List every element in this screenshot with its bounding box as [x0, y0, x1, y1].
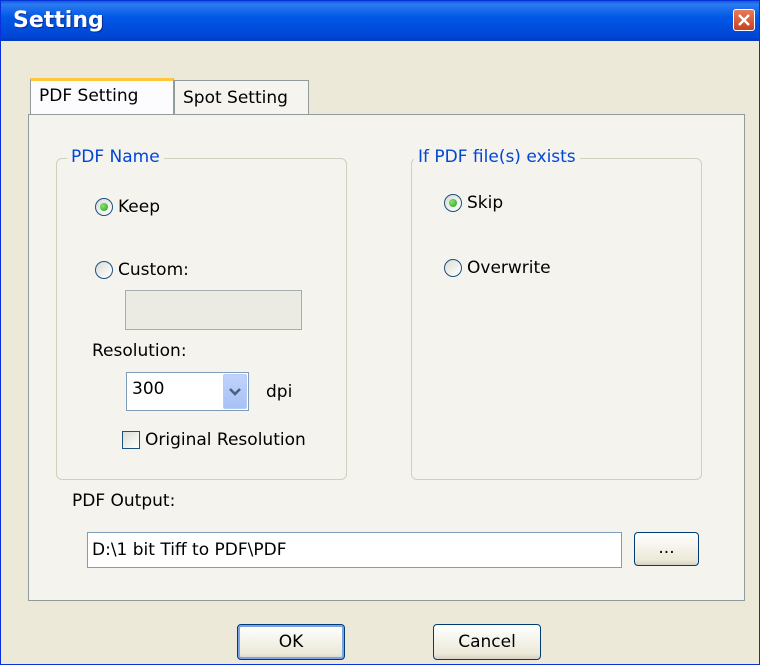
original-resolution-checkbox[interactable]	[122, 431, 140, 449]
keep-label: Keep	[118, 197, 161, 217]
skip-radio[interactable]	[444, 194, 462, 212]
custom-name-input[interactable]	[125, 290, 302, 330]
if-exists-group: If PDF file(s) exists Skip Overwrite	[411, 147, 702, 480]
original-resolution-label: Original Resolution	[145, 430, 306, 450]
dropdown-button[interactable]	[223, 374, 247, 409]
keep-radio[interactable]	[95, 198, 113, 216]
tab-pdf-setting[interactable]: PDF Setting	[30, 78, 174, 114]
resolution-select[interactable]: 300	[126, 372, 249, 411]
window-title: Setting	[13, 8, 104, 33]
overwrite-radio[interactable]	[444, 259, 462, 277]
chevron-down-icon	[229, 388, 241, 396]
cancel-button[interactable]: Cancel	[433, 624, 541, 660]
resolution-value: 300	[132, 379, 165, 399]
pdf-output-label: PDF Output:	[72, 491, 176, 511]
overwrite-label: Overwrite	[467, 258, 551, 278]
skip-label: Skip	[467, 193, 504, 213]
resolution-label: Resolution:	[92, 341, 187, 361]
title-bar[interactable]: Setting	[1, 1, 759, 41]
tab-spot-setting[interactable]: Spot Setting	[174, 80, 309, 116]
pdf-name-legend: PDF Name	[67, 147, 164, 167]
pdf-output-path-input[interactable]: D:\1 bit Tiff to PDF\PDF	[87, 532, 622, 568]
close-button[interactable]	[733, 9, 755, 31]
pdf-name-group: PDF Name Keep Custom: Resolution: 300 dp…	[56, 147, 347, 480]
ok-button[interactable]: OK	[237, 624, 345, 660]
tab-pdf-setting-label: PDF Setting	[39, 86, 139, 106]
custom-label: Custom:	[118, 260, 189, 280]
browse-button[interactable]: ...	[634, 532, 699, 566]
if-exists-legend: If PDF file(s) exists	[414, 147, 580, 167]
custom-radio[interactable]	[95, 261, 113, 279]
tab-panel: PDF Name Keep Custom: Resolution: 300 dp…	[28, 114, 745, 601]
tab-spot-setting-label: Spot Setting	[183, 88, 288, 108]
dpi-label: dpi	[266, 382, 293, 402]
close-icon	[738, 14, 750, 26]
setting-dialog: Setting PDF Setting Spot Setting PDF Nam…	[0, 0, 760, 665]
